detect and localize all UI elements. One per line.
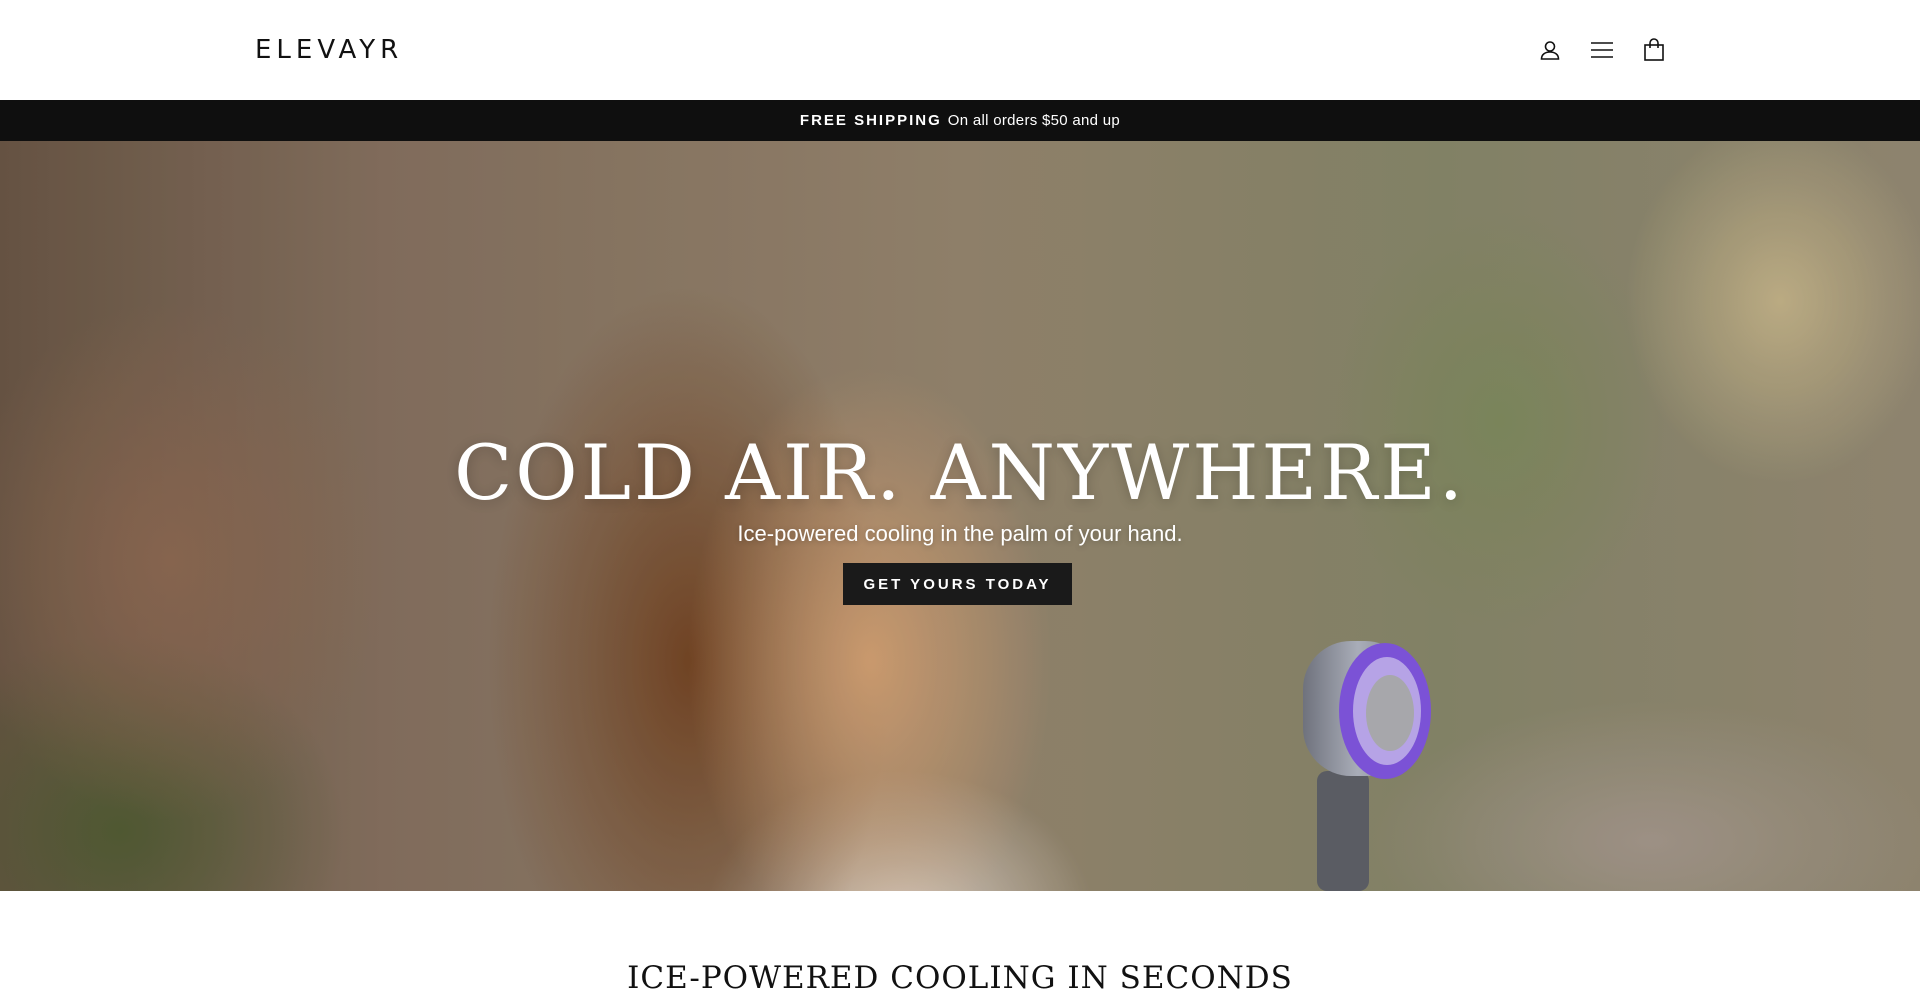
announcement-bar: FREE SHIPPING On all orders $50 and up bbox=[0, 100, 1920, 141]
brand-logo[interactable]: ELEVAYR bbox=[255, 34, 403, 66]
menu-button[interactable] bbox=[1582, 34, 1622, 66]
get-yours-today-button[interactable]: GET YOURS TODAY bbox=[843, 563, 1072, 605]
user-icon bbox=[1540, 41, 1560, 60]
account-button[interactable] bbox=[1530, 34, 1570, 66]
hero-banner: COLD AIR. ANYWHERE. Ice-powered cooling … bbox=[0, 141, 1920, 891]
cart-icon bbox=[1644, 38, 1664, 61]
cart-button[interactable] bbox=[1634, 34, 1674, 66]
menu-icon bbox=[1591, 42, 1613, 58]
handheld-fan-image bbox=[1303, 641, 1431, 891]
announcement-highlight: FREE SHIPPING bbox=[799, 112, 942, 129]
announcement-text: On all orders $50 and up bbox=[947, 112, 1121, 129]
section-heading: ICE-POWERED COOLING IN SECONDS bbox=[627, 960, 1293, 996]
header-icons bbox=[1530, 34, 1686, 66]
hero-title: COLD AIR. ANYWHERE. bbox=[454, 428, 1466, 517]
hero-subtitle: Ice-powered cooling in the palm of your … bbox=[737, 521, 1183, 546]
site-header: ELEVAYR bbox=[0, 0, 1920, 100]
